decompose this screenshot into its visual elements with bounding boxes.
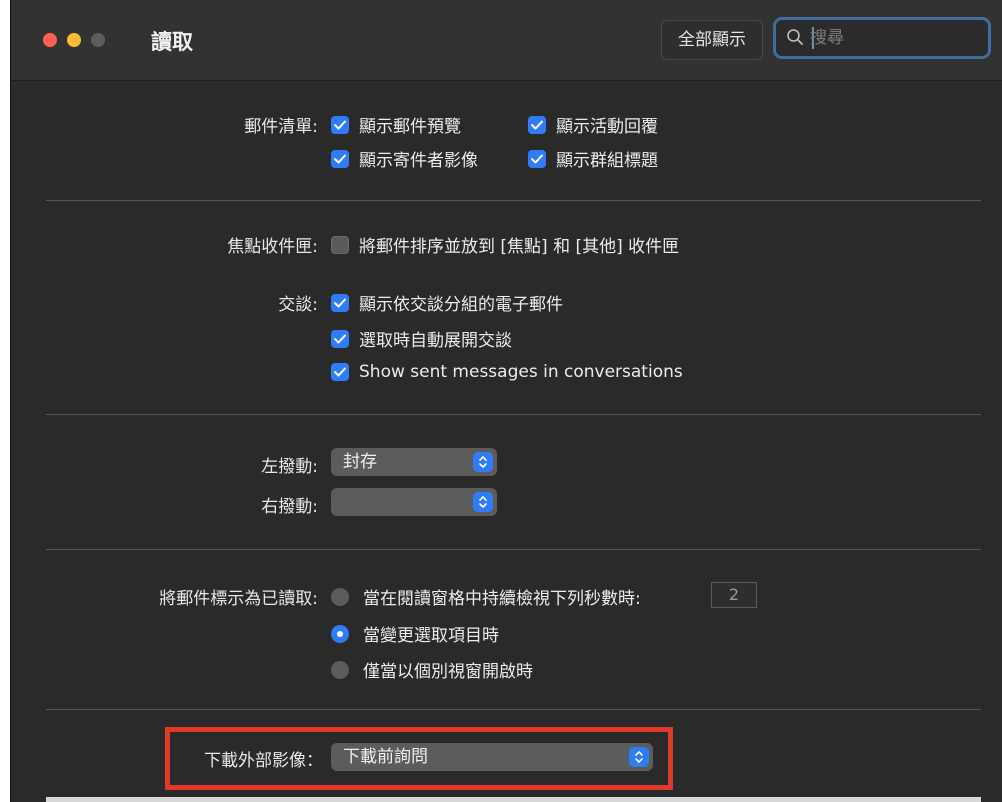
checkbox-checked-icon <box>331 115 349 134</box>
checkbox-show-activity-replies[interactable]: 顯示活動回覆 <box>528 112 658 137</box>
conversations-label: 交談: <box>278 295 318 315</box>
mail-list-label: 郵件清單: <box>244 117 318 137</box>
radio-label: 僅當以個別視窗開啟時 <box>363 662 533 682</box>
checkbox-checked-icon <box>528 149 546 168</box>
checkbox-checked-icon <box>331 149 349 168</box>
checkbox-auto-expand-conversation[interactable]: 選取時自動展開交談 <box>331 326 512 351</box>
highlight-annotation-box <box>165 727 673 790</box>
show-all-button[interactable]: 全部顯示 <box>661 20 763 60</box>
checkbox-checked-icon <box>331 363 349 381</box>
separator <box>46 414 981 415</box>
checkbox-label: 顯示活動回覆 <box>556 117 658 137</box>
mark-read-label: 將郵件標示為已讀取: <box>159 589 318 609</box>
title-bar: 讀取 全部顯示 <box>11 0 1002 81</box>
radio-label: 當變更選取項目時 <box>363 626 499 646</box>
checkbox-label: Show sent messages in conversations <box>359 362 683 382</box>
checkbox-focused-inbox[interactable]: 將郵件排序並放到 [焦點] 和 [其他] 收件匣 <box>331 232 679 257</box>
swipe-left-label: 左撥動: <box>261 457 318 477</box>
radio-mark-read-on-selection-change[interactable]: 當變更選取項目時 <box>331 621 499 646</box>
checkbox-show-preview[interactable]: 顯示郵件預覽 <box>331 112 461 137</box>
radio-mark-read-in-separate-window[interactable]: 僅當以個別視窗開啟時 <box>331 657 533 682</box>
checkbox-checked-icon <box>331 329 349 348</box>
swipe-right-popup[interactable] <box>331 488 497 516</box>
zoom-button[interactable] <box>91 33 105 47</box>
checkbox-group-by-conversation[interactable]: 顯示依交談分組的電子郵件 <box>331 290 563 315</box>
popup-value: 封存 <box>343 452 377 472</box>
checkbox-unchecked-icon <box>331 235 349 254</box>
chevron-up-down-icon <box>473 452 493 472</box>
radio-unselected-icon <box>331 660 349 679</box>
window-title: 讀取 <box>151 30 193 54</box>
search-input[interactable] <box>810 24 980 52</box>
checkbox-checked-icon <box>331 293 349 312</box>
checkbox-label: 顯示依交談分組的電子郵件 <box>359 295 563 315</box>
focused-inbox-label: 焦點收件匣: <box>227 237 318 257</box>
checkbox-show-sender-image[interactable]: 顯示寄件者影像 <box>331 146 478 171</box>
checkbox-show-sent-messages[interactable]: Show sent messages in conversations <box>331 362 683 382</box>
search-icon <box>787 29 803 45</box>
checkbox-checked-icon <box>528 115 546 134</box>
radio-mark-read-after-seconds[interactable]: 當在閱讀窗格中持續檢視下列秒數時: <box>331 584 641 609</box>
separator <box>46 709 981 710</box>
preferences-window: 讀取 全部顯示 郵件清單: 顯示郵件預覽 顯示活動回覆 顯示寄件者影像 顯示群組… <box>10 0 1002 802</box>
checkbox-label: 選取時自動展開交談 <box>359 331 512 351</box>
checkbox-label: 顯示群組標題 <box>556 151 658 171</box>
minimize-button[interactable] <box>67 33 81 47</box>
checkbox-label: 將郵件排序並放到 [焦點] 和 [其他] 收件匣 <box>359 237 680 257</box>
swipe-right-label: 右撥動: <box>261 497 318 517</box>
checkbox-label: 顯示郵件預覽 <box>359 117 461 137</box>
separator <box>46 200 981 201</box>
swipe-left-popup[interactable]: 封存 <box>331 448 497 476</box>
radio-unselected-icon <box>331 587 349 606</box>
radio-selected-icon <box>331 624 349 643</box>
search-field[interactable] <box>773 17 991 59</box>
checkbox-show-group-headers[interactable]: 顯示群組標題 <box>528 146 658 171</box>
close-button[interactable] <box>43 33 57 47</box>
radio-label: 當在閱讀窗格中持續檢視下列秒數時: <box>363 589 641 609</box>
chevron-up-down-icon <box>473 492 493 512</box>
checkbox-label: 顯示寄件者影像 <box>359 151 478 171</box>
separator <box>46 549 981 550</box>
bottom-edge <box>46 797 981 802</box>
seconds-input[interactable]: 2 <box>711 582 757 608</box>
